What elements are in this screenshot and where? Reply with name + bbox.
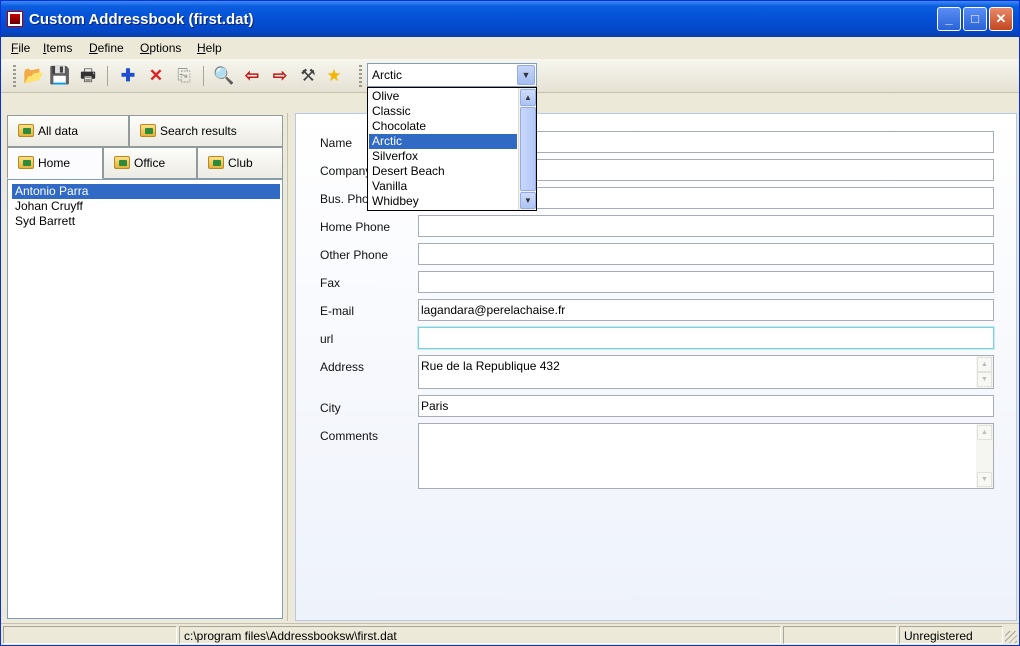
theme-option[interactable]: Classic	[369, 104, 517, 119]
home-phone-field[interactable]	[418, 215, 994, 237]
folder-icon	[18, 156, 34, 169]
status-file-path: c:\program files\Addressbooksw\first.dat	[179, 626, 781, 644]
name-label: Name	[320, 136, 353, 150]
title-bar[interactable]: Custom Addressbook (first.dat) _ □ ✕	[1, 1, 1019, 37]
list-item[interactable]: Syd Barrett	[12, 214, 280, 229]
status-cell-empty	[783, 626, 897, 644]
status-cell-empty	[3, 626, 177, 644]
delete-icon[interactable]: ✕	[145, 65, 167, 87]
menu-options[interactable]: Options	[140, 41, 181, 55]
scroll-down-icon[interactable]: ▼	[977, 372, 992, 387]
scroll-up-icon[interactable]: ▲	[520, 89, 536, 106]
menu-help[interactable]: Help	[197, 41, 222, 55]
home-phone-label: Home Phone	[320, 220, 391, 234]
comments-scrollbar[interactable]: ▲ ▼	[976, 424, 993, 488]
url-field[interactable]	[418, 327, 994, 349]
other-phone-label: Other Phone	[320, 248, 389, 262]
status-bar: c:\program files\Addressbooksw\first.dat…	[1, 623, 1019, 645]
address-field[interactable]: Rue de la Republique 432 ▲ ▼	[418, 355, 994, 389]
status-registration: Unregistered	[899, 626, 1003, 644]
folder-icon	[208, 156, 224, 169]
contacts-panel: All data Search results Home Office Club…	[5, 113, 285, 621]
theme-option[interactable]: Whidbey	[369, 194, 517, 209]
address-label: Address	[320, 360, 365, 374]
list-item[interactable]: Antonio Parra	[12, 184, 280, 199]
close-button[interactable]: ✕	[989, 7, 1013, 31]
url-label: url	[320, 332, 334, 346]
toolbar-grip[interactable]	[13, 65, 16, 87]
email-label: E-mail	[320, 304, 355, 318]
tab-home[interactable]: Home	[7, 147, 103, 179]
export-icon[interactable]: ⇨	[269, 65, 291, 87]
comments-label: Comments	[320, 429, 379, 443]
favorite-icon[interactable]: ★	[323, 65, 345, 87]
scroll-up-icon[interactable]: ▲	[977, 357, 992, 372]
list-item[interactable]: Johan Cruyff	[12, 199, 280, 214]
tab-office[interactable]: Office	[103, 147, 197, 179]
theme-select-value: Arctic	[372, 68, 402, 82]
theme-option[interactable]: Chocolate	[369, 119, 517, 134]
folder-icon	[114, 156, 130, 169]
fax-field[interactable]	[418, 271, 994, 293]
toolbar-grip[interactable]	[359, 65, 362, 87]
toolbar-separator	[107, 66, 108, 86]
window-title: Custom Addressbook (first.dat)	[29, 11, 254, 28]
minimize-button[interactable]: _	[937, 7, 961, 31]
open-folder-icon[interactable]: 📂	[23, 65, 45, 87]
email-field[interactable]: lagandara@perelachaise.fr	[418, 299, 994, 321]
folder-icon	[18, 124, 34, 137]
scroll-down-icon[interactable]: ▼	[520, 192, 536, 209]
folder-icon	[140, 124, 156, 137]
scroll-thumb[interactable]	[520, 107, 536, 191]
theme-option[interactable]: Olive	[369, 89, 517, 104]
address-value: Rue de la Republique 432	[421, 359, 560, 373]
theme-option[interactable]: Silverfox	[369, 149, 517, 164]
dropdown-scrollbar[interactable]: ▲ ▼	[518, 88, 536, 210]
maximize-button[interactable]: □	[963, 7, 987, 31]
contact-list[interactable]: Antonio Parra Johan Cruyff Syd Barrett	[7, 179, 283, 619]
theme-option-selected[interactable]: Arctic	[369, 134, 517, 149]
tab-all-data[interactable]: All data	[7, 115, 129, 147]
resize-grip-icon[interactable]	[1005, 631, 1017, 643]
scroll-down-icon[interactable]: ▼	[977, 472, 992, 487]
company-label: Company	[320, 164, 372, 178]
toolbar-separator	[203, 66, 204, 86]
app-icon[interactable]	[7, 11, 23, 27]
import-icon[interactable]: ⇦	[241, 65, 263, 87]
copy-icon[interactable]: ⎘	[173, 65, 195, 87]
panel-splitter[interactable]	[287, 113, 293, 621]
city-field[interactable]: Paris	[418, 395, 994, 417]
other-phone-field[interactable]	[418, 243, 994, 265]
menu-define[interactable]: Define	[89, 41, 124, 55]
add-icon[interactable]: ✚	[117, 65, 139, 87]
address-scrollbar[interactable]: ▲ ▼	[976, 356, 993, 388]
app-window: Custom Addressbook (first.dat) _ □ ✕ Fil…	[0, 0, 1020, 646]
save-icon[interactable]: 💾	[49, 65, 71, 87]
menu-file[interactable]: File	[11, 41, 30, 55]
theme-dropdown-list: Olive Classic Chocolate Arctic Silverfox…	[367, 87, 537, 211]
theme-option[interactable]: Vanilla	[369, 179, 517, 194]
tab-club[interactable]: Club	[197, 147, 283, 179]
city-label: City	[320, 401, 341, 415]
comments-field[interactable]: ▲ ▼	[418, 423, 994, 489]
menu-items[interactable]: Items	[43, 41, 72, 55]
theme-select[interactable]: Arctic ▼	[367, 63, 537, 87]
tools-icon[interactable]: ⚒	[297, 65, 319, 87]
theme-option[interactable]: Desert Beach	[369, 164, 517, 179]
print-icon[interactable]: 🖶	[77, 65, 99, 87]
fax-label: Fax	[320, 276, 341, 290]
search-icon[interactable]: 🔍	[213, 65, 235, 87]
scroll-up-icon[interactable]: ▲	[977, 425, 992, 440]
menu-bar: File Items Define Options Help	[1, 37, 1019, 59]
tab-search-results[interactable]: Search results	[129, 115, 283, 147]
chevron-down-icon[interactable]: ▼	[517, 65, 535, 85]
